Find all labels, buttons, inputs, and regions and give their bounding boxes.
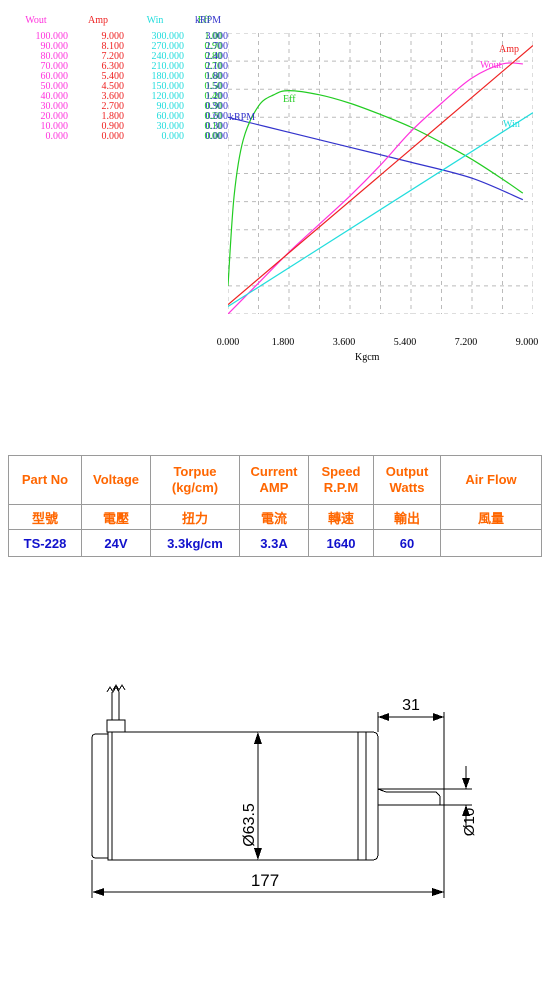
motor-body	[107, 731, 367, 861]
axis-column-amp: Amp 9.000 8.100 7.200 6.300 5.400 4.500 …	[72, 16, 124, 142]
dim-text-diameter-body: Ø63.5	[241, 803, 258, 847]
curve-label-amp: Amp	[499, 44, 519, 55]
performance-chart: Wout 100.000 90.000 80.000 70.000 60.000…	[0, 0, 550, 380]
axis-column-krpm-main: kRPM 3.000 2.700 2.400 2.100 1.800 1.500…	[188, 16, 228, 142]
header-speed: Speed R.P.M	[308, 455, 374, 505]
cn-voltage: 電壓	[81, 504, 151, 530]
header-speed-line1: Speed	[321, 463, 361, 479]
plot-area	[228, 33, 533, 314]
axis-header-wout: Wout	[25, 15, 47, 26]
header-current-line2: AMP	[259, 480, 289, 495]
axis-header-win: Win	[146, 15, 164, 26]
dim-text-total-length: 177	[251, 871, 279, 890]
header-torque-line2: (kg/cm)	[171, 480, 219, 495]
x-tick: 7.200	[454, 337, 478, 348]
table-row: TS-228 24V 3.3kg/cm 3.3A 1640 60	[8, 529, 542, 557]
axis-header-amp: Amp	[88, 15, 108, 26]
curve-label-krpm: kRPM	[229, 112, 256, 123]
spec-table: Part No Voltage Torpue (kg/cm) Current A…	[8, 455, 542, 557]
gridlines	[228, 33, 533, 314]
header-part-no: Part No	[8, 455, 82, 505]
x-tick: 5.400	[393, 337, 417, 348]
curve-eff	[228, 90, 524, 286]
dimension-shaft-length	[377, 712, 445, 789]
curve-wout	[228, 62, 523, 314]
x-axis-label: Kgcm	[355, 352, 380, 363]
table-header-row: Part No Voltage Torpue (kg/cm) Current A…	[8, 455, 542, 505]
header-current: Current AMP	[239, 455, 309, 505]
header-output: Output Watts	[373, 455, 441, 505]
header-torque: Torpue (kg/cm)	[150, 455, 240, 505]
grommet	[106, 719, 126, 733]
header-speed-line2: R.P.M	[323, 480, 359, 495]
header-current-line1: Current	[250, 463, 298, 479]
curve-label-win: Win	[503, 119, 520, 130]
output-shaft	[377, 788, 445, 806]
axis-tick: 0.000	[45, 131, 69, 142]
axis-column-win: Win 300.000 270.000 240.000 210.000 180.…	[126, 16, 184, 142]
x-tick: 3.600	[332, 337, 356, 348]
motor-dimension-drawing: Ø63.5 177 31 Ø10	[0, 670, 550, 920]
x-tick: 1.800	[271, 337, 295, 348]
wire-leads-icon	[106, 684, 126, 720]
curve-label-wout: Wout	[480, 60, 502, 71]
cn-output: 輸出	[373, 504, 441, 530]
curve-win	[228, 112, 533, 308]
x-tick: 0.000	[216, 337, 240, 348]
value-output: 60	[373, 529, 441, 557]
value-air-flow	[440, 529, 542, 557]
front-cap	[358, 731, 379, 861]
header-air-flow: Air Flow	[440, 455, 542, 505]
value-voltage: 24V	[81, 529, 151, 557]
rear-cap	[91, 733, 109, 859]
header-torque-line1: Torpue	[173, 463, 217, 479]
axis-tick: 0.000	[205, 131, 229, 142]
axis-tick: 0.000	[101, 131, 125, 142]
cn-air-flow: 風量	[440, 504, 542, 530]
curve-krpm	[228, 116, 524, 201]
dim-text-shaft-diameter: Ø10	[461, 808, 478, 836]
cn-part-no: 型號	[8, 504, 82, 530]
axis-header-krpm: kRPM	[194, 15, 222, 26]
value-current: 3.3A	[239, 529, 309, 557]
cn-torque: 扭力	[150, 504, 240, 530]
drawing-svg: Ø63.5 177 31 Ø10	[91, 684, 478, 898]
dim-text-shaft-length: 31	[402, 697, 420, 714]
curve-label-eff: Eff	[283, 94, 296, 105]
axis-column-wout: Wout 100.000 90.000 80.000 70.000 60.000…	[4, 16, 68, 142]
header-output-line1: Output	[385, 463, 429, 479]
axis-tick: 0.000	[161, 131, 185, 142]
x-tick: 9.000	[515, 337, 539, 348]
table-chinese-row: 型號 電壓 扭力 電流 轉速 輸出 風量	[8, 504, 542, 530]
value-torque: 3.3kg/cm	[150, 529, 240, 557]
plot-svg	[228, 33, 533, 314]
cn-current: 電流	[239, 504, 309, 530]
value-part-no: TS-228	[8, 529, 82, 557]
header-voltage: Voltage	[81, 455, 151, 505]
header-output-line2: Watts	[389, 480, 425, 495]
value-speed: 1640	[308, 529, 374, 557]
cn-speed: 轉速	[308, 504, 374, 530]
